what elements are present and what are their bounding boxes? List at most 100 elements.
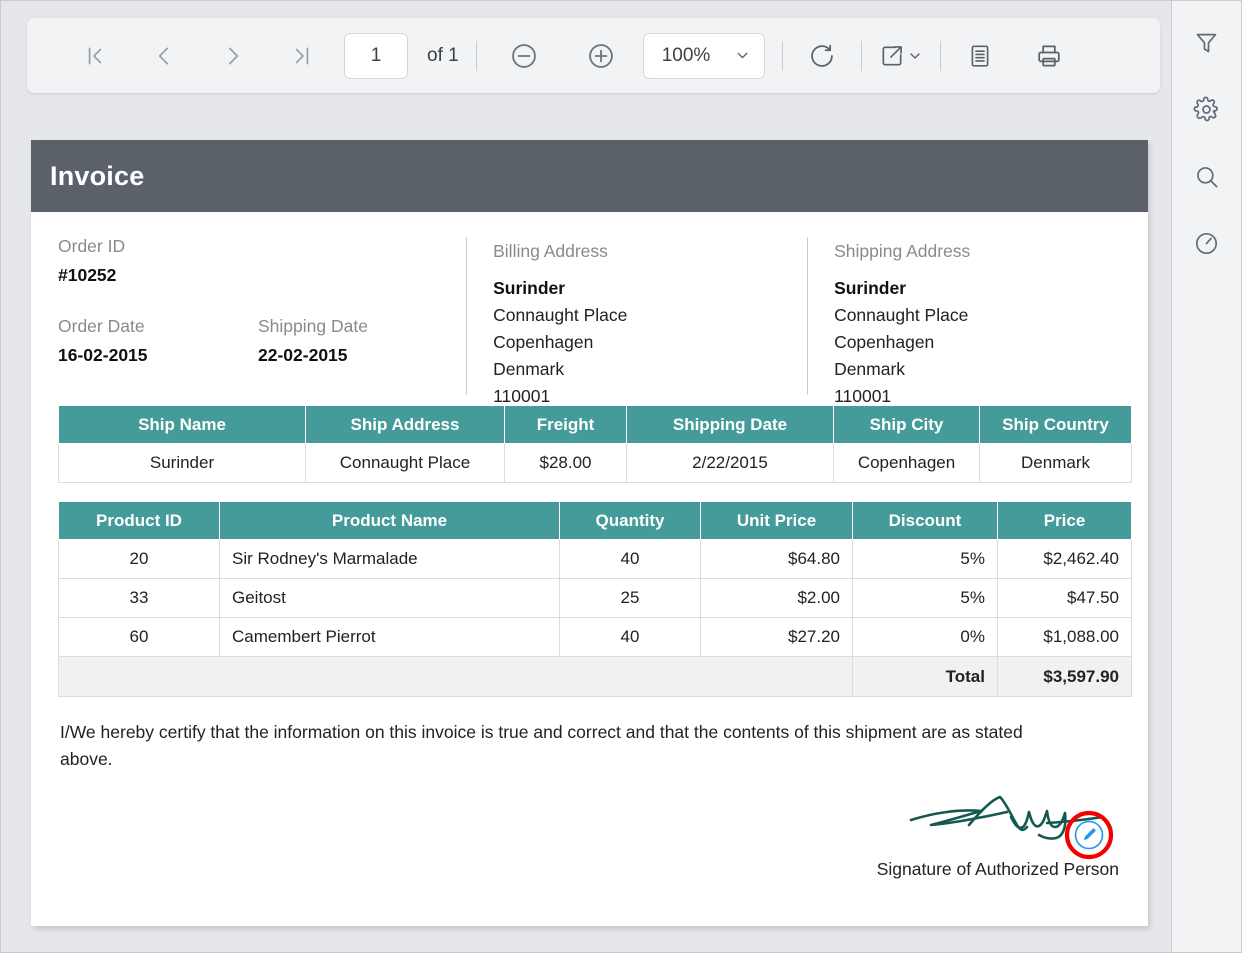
cell-unit-price: $2.00 bbox=[700, 578, 853, 618]
refresh-button[interactable] bbox=[800, 34, 844, 78]
chevron-left-icon bbox=[158, 47, 169, 64]
cell-shipping-date: 2/22/2015 bbox=[626, 443, 834, 483]
cell-product-id: 20 bbox=[58, 539, 220, 579]
gear-icon bbox=[1193, 96, 1218, 121]
last-page-button[interactable] bbox=[280, 34, 324, 78]
invoice-page: Invoice Order ID #10252 Order Date 16-02… bbox=[31, 140, 1148, 926]
zoom-out-button[interactable] bbox=[502, 34, 546, 78]
document-viewer: 1 of 1 100% Invoice Order ID #10252 Orde… bbox=[0, 0, 1171, 953]
shipping-address-block: Shipping Address Surinder Connaught Plac… bbox=[807, 237, 1148, 406]
filter-icon bbox=[1196, 33, 1217, 52]
col-product-id: Product ID bbox=[58, 501, 220, 540]
shipment-table: Ship Name Ship Address Freight Shipping … bbox=[58, 405, 1132, 483]
zoom-level-select[interactable]: 100% bbox=[642, 32, 765, 79]
shipping-address-label: Shipping Address bbox=[834, 241, 971, 261]
product-table-header-row: Product ID Product Name Quantity Unit Pr… bbox=[58, 501, 1132, 540]
cell-product-name: Sir Rodney's Marmalade bbox=[219, 539, 560, 579]
shipment-table-header-row: Ship Name Ship Address Freight Shipping … bbox=[58, 405, 1132, 444]
cell-price: $47.50 bbox=[997, 578, 1132, 618]
cell-quantity: 40 bbox=[559, 617, 701, 657]
sidebar-item-search[interactable] bbox=[1182, 151, 1232, 201]
printer-icon bbox=[1038, 45, 1060, 66]
chevron-right-icon bbox=[228, 47, 239, 64]
total-row: Total $3,597.90 bbox=[58, 656, 1132, 697]
order-id-value: #10252 bbox=[58, 265, 117, 285]
certification-text: I/We hereby certify that the information… bbox=[60, 722, 1023, 769]
chevron-down-icon bbox=[734, 47, 751, 64]
order-id-label: Order ID bbox=[58, 236, 126, 256]
zoom-out-icon bbox=[511, 43, 536, 68]
signature-edit-annotation bbox=[1063, 809, 1115, 866]
toolbar-divider-2 bbox=[781, 40, 783, 71]
col-product-name: Product Name bbox=[219, 501, 560, 540]
shipping-date-value: 22-02-2015 bbox=[258, 345, 348, 365]
zoom-level-value: 100% bbox=[661, 44, 711, 66]
order-date-value: 16-02-2015 bbox=[58, 345, 148, 365]
cell-price: $2,462.40 bbox=[997, 539, 1132, 579]
cell-ship-country: Denmark bbox=[979, 443, 1132, 483]
billing-address-label: Billing Address bbox=[493, 241, 608, 261]
search-icon bbox=[1197, 166, 1218, 187]
toolbar-divider-1 bbox=[475, 40, 477, 71]
shipping-postal: 110001 bbox=[834, 386, 892, 406]
cell-ship-address: Connaught Place bbox=[305, 443, 505, 483]
col-ship-address: Ship Address bbox=[305, 405, 505, 444]
next-page-button[interactable] bbox=[211, 34, 255, 78]
print-button[interactable] bbox=[1027, 34, 1071, 78]
pencil-icon[interactable] bbox=[1063, 809, 1115, 861]
page-number-input[interactable]: 1 bbox=[344, 32, 408, 79]
cell-unit-price: $27.20 bbox=[700, 617, 853, 657]
table-row: Surinder Connaught Place $28.00 2/22/201… bbox=[58, 443, 1132, 483]
total-spacer bbox=[58, 656, 853, 697]
col-ship-name: Ship Name bbox=[58, 405, 306, 444]
col-unit-price: Unit Price bbox=[700, 501, 853, 540]
page-count-label: of 1 bbox=[427, 44, 459, 66]
shipping-date-label: Shipping Date bbox=[258, 316, 368, 336]
page-title: Invoice bbox=[50, 160, 145, 191]
cell-freight: $28.00 bbox=[504, 443, 627, 483]
sidebar-item-performance[interactable] bbox=[1182, 218, 1232, 268]
zoom-in-button[interactable] bbox=[579, 34, 623, 78]
invoice-header-info: Order ID #10252 Order Date 16-02-2015 Sh… bbox=[31, 212, 1148, 406]
cell-ship-city: Copenhagen bbox=[833, 443, 980, 483]
table-row: 33 Geitost 25 $2.00 5% $47.50 bbox=[58, 578, 1132, 618]
right-sidebar bbox=[1171, 0, 1242, 953]
cell-price: $1,088.00 bbox=[997, 617, 1132, 657]
table-row: 20 Sir Rodney's Marmalade 40 $64.80 5% $… bbox=[58, 539, 1132, 579]
zoom-in-icon bbox=[588, 43, 613, 68]
last-page-icon bbox=[295, 47, 309, 64]
shipping-date-block: Shipping Date 22-02-2015 bbox=[258, 312, 368, 370]
refresh-icon bbox=[810, 44, 833, 67]
cell-quantity: 25 bbox=[559, 578, 701, 618]
sidebar-item-parameters[interactable] bbox=[1182, 17, 1232, 67]
cell-product-id: 60 bbox=[58, 617, 220, 657]
toolbar-divider-4 bbox=[939, 40, 941, 71]
tables-container: Ship Name Ship Address Freight Shipping … bbox=[31, 405, 1148, 697]
sidebar-item-settings[interactable] bbox=[1182, 84, 1232, 134]
cell-quantity: 40 bbox=[559, 539, 701, 579]
cell-discount: 0% bbox=[852, 617, 998, 657]
order-date-label: Order Date bbox=[58, 316, 145, 336]
cell-product-name: Geitost bbox=[219, 578, 560, 618]
first-page-icon bbox=[88, 47, 102, 64]
first-page-button[interactable] bbox=[73, 34, 117, 78]
table-row: 60 Camembert Pierrot 40 $27.20 0% $1,088… bbox=[58, 617, 1132, 657]
signature-area: Signature of Authorized Person bbox=[31, 789, 1148, 909]
col-discount: Discount bbox=[852, 501, 998, 540]
cell-discount: 5% bbox=[852, 539, 998, 579]
cell-product-name: Camembert Pierrot bbox=[219, 617, 560, 657]
document-icon bbox=[971, 44, 989, 67]
invoice-banner: Invoice bbox=[31, 140, 1148, 212]
order-info-block: Order ID #10252 Order Date 16-02-2015 Sh… bbox=[31, 232, 466, 397]
shipping-street: Connaught Place bbox=[834, 305, 969, 325]
product-table: Product ID Product Name Quantity Unit Pr… bbox=[58, 501, 1132, 697]
billing-name: Surinder bbox=[493, 278, 566, 298]
shipping-country: Denmark bbox=[834, 359, 906, 379]
export-button[interactable] bbox=[879, 34, 923, 78]
col-quantity: Quantity bbox=[559, 501, 701, 540]
document-map-button[interactable] bbox=[958, 34, 1002, 78]
billing-address-block: Billing Address Surinder Connaught Place… bbox=[466, 237, 807, 406]
cell-discount: 5% bbox=[852, 578, 998, 618]
col-freight: Freight bbox=[504, 405, 627, 444]
previous-page-button[interactable] bbox=[142, 34, 186, 78]
